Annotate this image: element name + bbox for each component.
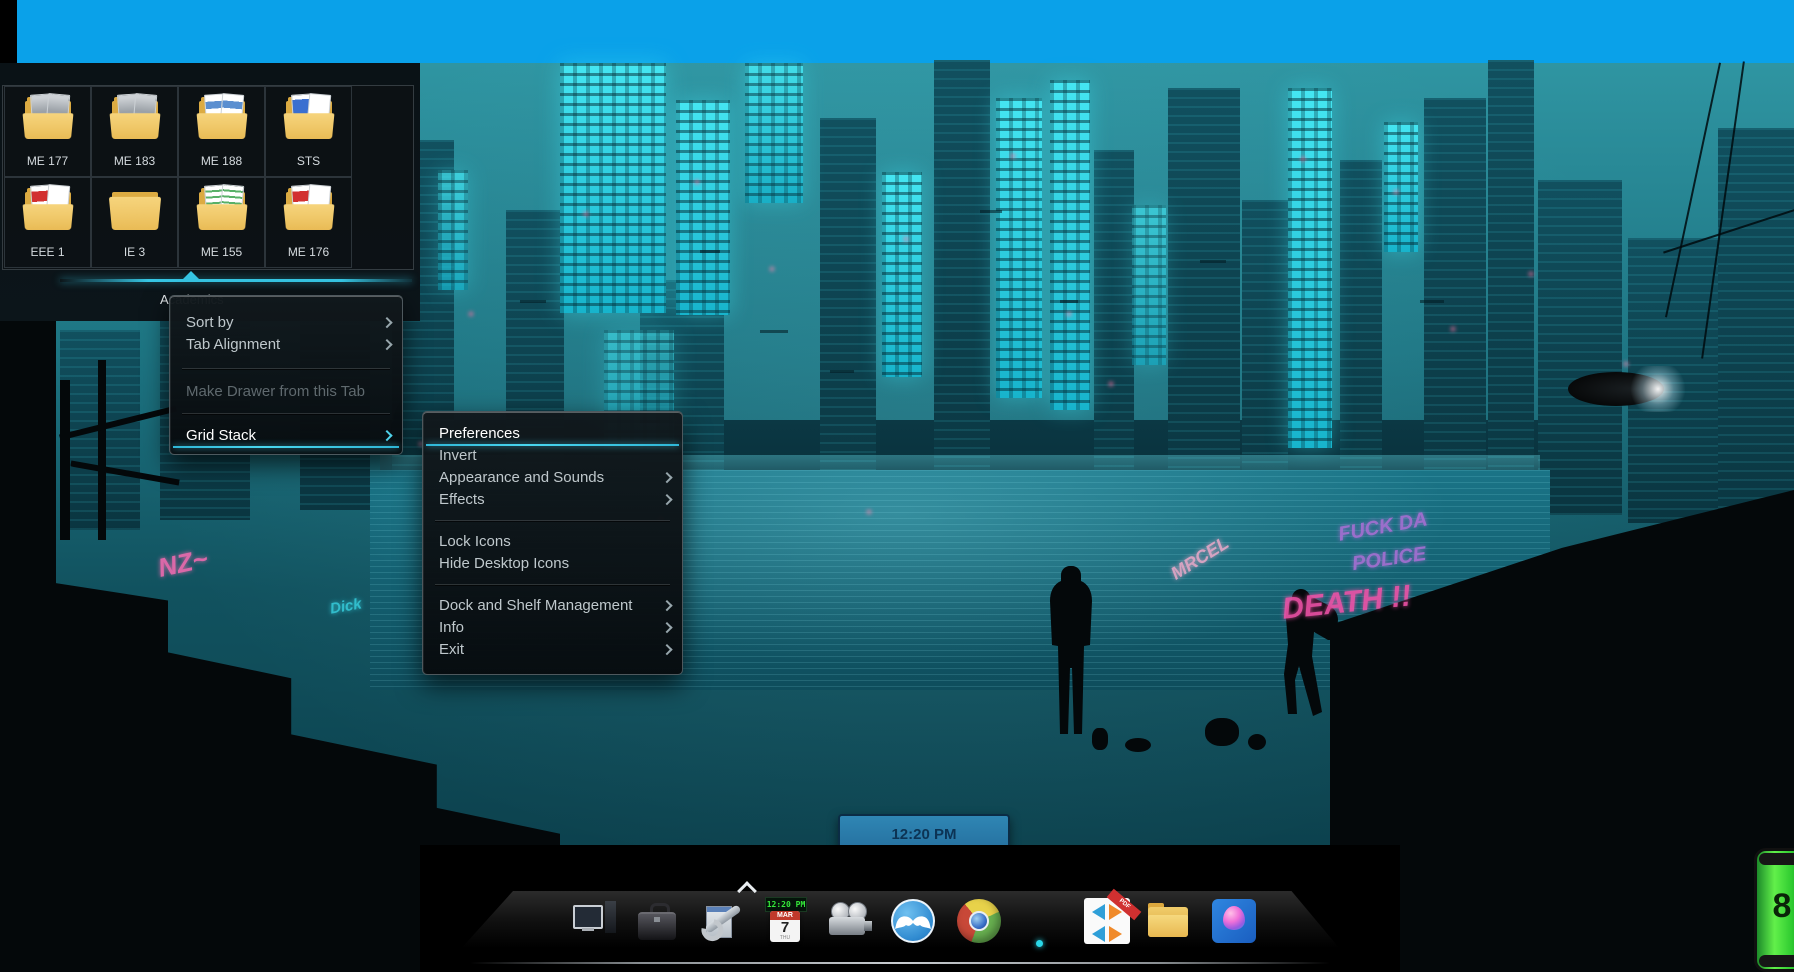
folder-item[interactable]: ME 177: [4, 86, 91, 177]
folder-item[interactable]: ME 155: [178, 177, 265, 268]
running-indicator-dot: [1036, 940, 1043, 947]
submenu-item-invert[interactable]: Invert: [423, 445, 682, 467]
submenu-item-dock-shelf[interactable]: Dock and Shelf Management: [423, 595, 682, 617]
submenu-item-info[interactable]: Info: [423, 617, 682, 639]
folder-icon: [199, 192, 245, 228]
mustache-app-icon[interactable]: [890, 897, 936, 945]
movie-camera-icon[interactable]: [827, 897, 873, 945]
submenu-item-lock-icons[interactable]: Lock Icons: [423, 531, 682, 553]
folder-item[interactable]: IE 3: [91, 177, 178, 268]
submenu-arrow-icon: [661, 644, 672, 655]
battery-level: 8: [1757, 887, 1794, 926]
folder-item[interactable]: ME 188: [178, 86, 265, 177]
submenu-arrow-icon: [381, 317, 392, 328]
battery-cap: [1759, 955, 1794, 967]
folder-label: ME 188: [179, 154, 264, 168]
led-clock-text: 12:20 PM: [765, 897, 807, 912]
folder-item[interactable]: ME 176: [265, 177, 352, 268]
briefcase-icon[interactable]: [634, 897, 680, 945]
menu-item-label: Preferences: [439, 425, 520, 442]
folder-label: ME 155: [179, 245, 264, 259]
folder-icon: [199, 101, 245, 137]
context-menu: Sort by Tab Alignment Make Drawer from t…: [169, 295, 403, 455]
submenu-item-hide-desktop-icons[interactable]: Hide Desktop Icons: [423, 553, 682, 575]
dock-front-edge: [470, 962, 1330, 964]
settings-wrench-icon[interactable]: [700, 897, 746, 945]
battery-cap: [1759, 853, 1794, 865]
fences-folder-panel: ME 177 ME 183 ME 188 STS EEE 1 IE 3: [2, 85, 414, 270]
xodo-pdf-icon[interactable]: PDF: [1084, 897, 1130, 945]
tab-arrow-icon: [183, 271, 199, 279]
menu-item-grid-stack[interactable]: Grid Stack: [170, 425, 402, 447]
paint-app-icon[interactable]: [1211, 897, 1257, 945]
calendar-weekday: THU: [770, 936, 800, 941]
tab-strip-line: [60, 279, 412, 282]
folder-dock-icon[interactable]: [1145, 897, 1191, 945]
menu-item-label: Hide Desktop Icons: [439, 555, 569, 572]
folder-icon: [112, 101, 158, 137]
folder-item[interactable]: EEE 1: [4, 177, 91, 268]
menu-item-label: Appearance and Sounds: [439, 469, 604, 486]
submenu-arrow-icon: [661, 494, 672, 505]
menu-item-label: Dock and Shelf Management: [439, 597, 632, 614]
battery-indicator: 8: [1754, 848, 1794, 972]
folder-item[interactable]: ME 183: [91, 86, 178, 177]
submenu-arrow-icon: [381, 430, 392, 441]
desktop: NZ~ Dick MRCEL FUCK DA POLICE DEATH !! M…: [0, 0, 1794, 972]
submenu-arrow-icon: [381, 339, 392, 350]
top-taskbar[interactable]: [17, 0, 1794, 63]
menu-item-label: Grid Stack: [186, 427, 256, 444]
submenu-arrow-icon: [661, 622, 672, 633]
menu-item-label: Tab Alignment: [186, 336, 280, 353]
person-standing-silhouette: [1050, 563, 1094, 745]
folder-icon: [286, 101, 332, 137]
folder-label: IE 3: [92, 245, 177, 259]
submenu-item-preferences[interactable]: Preferences: [423, 423, 682, 445]
menu-item-make-drawer[interactable]: Make Drawer from this Tab: [170, 381, 402, 403]
calendar-day: 7: [770, 920, 800, 936]
submenu-item-appearance[interactable]: Appearance and Sounds: [423, 467, 682, 489]
drone-light-glow: [1626, 366, 1690, 412]
folder-icon: [112, 192, 158, 228]
folder-icon: [25, 101, 71, 137]
menu-item-label: Lock Icons: [439, 533, 511, 550]
computer-icon[interactable]: [572, 897, 618, 945]
menu-item-label: Exit: [439, 641, 464, 658]
calendar-clock-icon[interactable]: 12:20 PM MAR 7 THU: [762, 897, 808, 945]
browser-icon[interactable]: [956, 897, 1002, 945]
grid-stack-submenu: Preferences Invert Appearance and Sounds…: [422, 411, 683, 675]
folder-label: ME 176: [266, 245, 351, 259]
folder-item[interactable]: STS: [265, 86, 352, 177]
submenu-item-exit[interactable]: Exit: [423, 639, 682, 661]
clock-time: 12:20 PM: [840, 826, 1008, 843]
folder-grid: ME 177 ME 183 ME 188 STS EEE 1 IE 3: [4, 86, 354, 268]
submenu-item-effects[interactable]: Effects: [423, 489, 682, 511]
submenu-arrow-icon: [661, 600, 672, 611]
menu-item-sort-by[interactable]: Sort by: [170, 312, 402, 334]
folder-label: EEE 1: [5, 245, 90, 259]
menu-item-label: Invert: [439, 447, 477, 464]
menu-item-label: Sort by: [186, 314, 234, 331]
folder-label: ME 183: [92, 154, 177, 168]
menu-item-label: Effects: [439, 491, 485, 508]
folder-label: ME 177: [5, 154, 90, 168]
folder-icon: [286, 192, 332, 228]
menu-item-tab-alignment[interactable]: Tab Alignment: [170, 334, 402, 356]
submenu-arrow-icon: [661, 472, 672, 483]
folder-icon: [25, 192, 71, 228]
menu-item-label: Make Drawer from this Tab: [186, 383, 365, 400]
folder-label: STS: [266, 154, 351, 168]
menu-item-label: Info: [439, 619, 464, 636]
